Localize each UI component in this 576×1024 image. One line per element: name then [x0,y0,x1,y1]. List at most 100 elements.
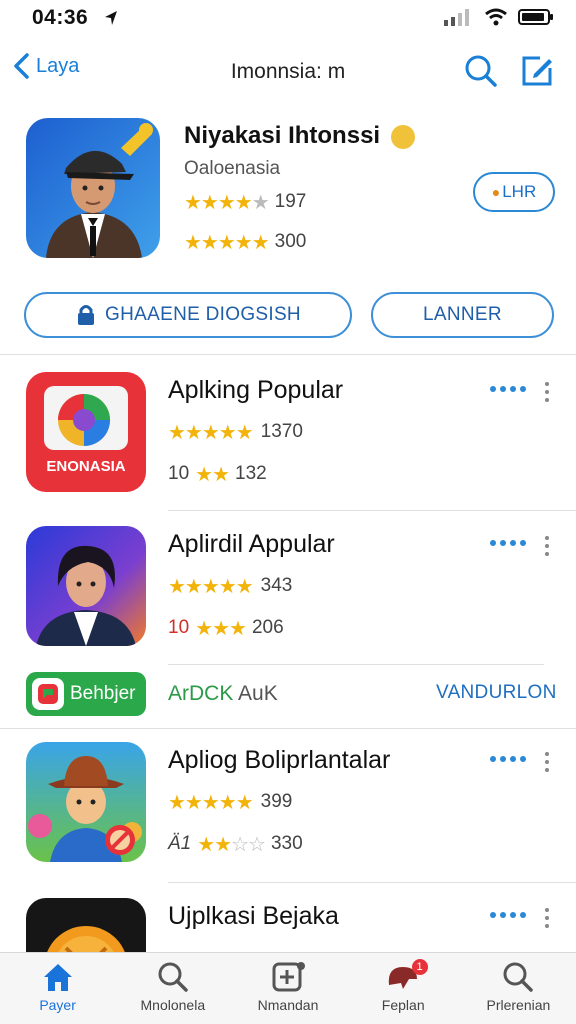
star-rating: ★★ [195,462,230,486]
kebab-menu-icon[interactable] [545,382,549,402]
featured-app: Niyakasi Ihtonssi Oaloenasia ★★★★★ 197 ★… [0,110,576,270]
promo-link[interactable]: VANDURLON [436,682,557,704]
app-icon: ENONASIA [26,372,146,492]
divider [0,354,576,355]
tab-payer[interactable]: Payer [0,953,115,1024]
featured-app-icon[interactable] [26,118,160,258]
tab-bar: Payer Mnolonela Nmandan 1 Feplan Prleren… [0,952,576,1024]
promo-text-grey: AuK [238,682,278,705]
app-rating: ★★★★★ 1370 [168,420,303,444]
app-rating: ★★★★★ 399 [168,790,292,814]
promo-badge-label: Behbjer [70,683,136,704]
status-icons [444,8,554,26]
kebab-menu-icon[interactable] [545,536,549,556]
app-icon [26,898,146,952]
search-icon [503,962,534,992]
list-item[interactable]: ENONASIA Aplking Popular ★★★★★ 1370 10 ★… [0,372,576,512]
divider [0,728,576,729]
featured-button-label: LHR [502,182,537,201]
search-icon[interactable] [464,54,498,88]
search-icon [158,962,188,992]
location-arrow-icon [105,11,117,25]
featured-rating-row-2: ★★★★★ 300 [184,230,306,254]
rating-count: 300 [274,231,307,252]
action-button-left[interactable]: GHAAENE DIOGSISH [24,292,352,338]
tab-mnolonela[interactable]: Mnolonela [115,953,230,1024]
tab-label: Mnolonela [140,997,206,1013]
star-rating: ★★★ [195,616,247,640]
app-name: Ujplkasi Bejaka [168,902,339,930]
nav-bar: Laya Imonnsia: m [0,44,576,100]
more-dots-icon[interactable] [490,386,526,392]
battery-icon [518,9,553,25]
action-right-label: LANNER [423,304,502,325]
star-rating: ★★★★★ [184,230,270,254]
rating-count: 206 [251,617,284,638]
promo-text-green: ArDCK [168,682,234,705]
wifi-icon [485,8,507,26]
rating-prefix: Ä1 [168,833,192,854]
promo-text: ArDCK AuK [168,682,278,706]
app-rating-secondary: 10 ★★★ 206 [168,616,284,640]
app-icon-text: ENONASIA [46,458,126,475]
divider [168,510,576,511]
more-dots-icon[interactable] [490,756,526,762]
tab-label: Feplan [381,997,425,1013]
featured-app-subtitle: Oaloenasia [184,158,281,179]
rating-count: 197 [274,191,307,212]
add-square-icon [272,962,305,992]
notification-badge: 1 [411,959,428,975]
rating-count: 343 [260,575,293,596]
star-rating: ★★★★★ [168,574,254,598]
status-bar: 04:36 [0,0,576,40]
app-name: Aplіog Boliprlantalar [168,746,391,774]
more-dots-icon[interactable] [490,912,526,918]
list-item[interactable]: Ujplkasi Bejaka [0,898,576,952]
star-rating: ★★☆☆ [197,832,266,856]
rating-count: 399 [260,791,293,812]
kebab-menu-icon[interactable] [545,908,549,928]
tab-prlerenian[interactable]: Prlerenian [461,953,576,1024]
star-rating: ★★★★★ [168,420,254,444]
bullet-icon: ● [491,184,501,200]
promo-badge[interactable]: Behbjer [26,672,146,716]
signal-icon [444,9,469,26]
emoji-icon [390,124,415,149]
featured-title-text: Niyakasi Ihtonssi [184,122,381,149]
divider [168,664,544,665]
kebab-menu-icon[interactable] [545,752,549,772]
app-rating-secondary: 10 ★★ 132 [168,462,267,486]
rating-count: 132 [235,463,267,484]
rating-count: 330 [270,833,303,854]
app-icon [26,526,146,646]
app-icon [26,742,146,862]
featured-app-title: Niyakasi Ihtonssi [184,122,415,150]
promo-banner: Behbjer ArDCK AuK VANDURLON [0,668,576,720]
tab-feplan[interactable]: 1 Feplan [346,953,461,1024]
app-rating: ★★★★★ 343 [168,574,292,598]
rating-prefix: 10 [168,463,190,484]
star-rating: ★★★★★ [168,790,254,814]
home-icon [43,964,72,991]
featured-get-button[interactable]: ● LHR [473,172,555,212]
app-name: Aplirdil Appular [168,530,335,558]
compose-icon[interactable] [520,54,554,88]
rating-prefix: 10 [168,617,190,638]
status-time: 04:36 [32,6,89,29]
list-item[interactable]: Aplirdil Appular ★★★★★ 343 10 ★★★ 206 [0,526,576,666]
rating-count: 1370 [260,421,303,442]
app-rating-secondary: Ä1 ★★☆☆ 330 [168,832,303,856]
app-name: Aplking Popular [168,376,344,404]
tab-label: Prlerenian [486,997,551,1013]
promo-logo-icon [32,678,64,710]
action-button-right[interactable]: LANNER [371,292,554,338]
lock-icon [78,305,95,325]
list-item[interactable]: Aplіog Boliprlantalar ★★★★★ 399 Ä1 ★★☆☆ … [0,742,576,882]
tab-label: Nmandan [257,997,319,1013]
featured-rating-row-1: ★★★★★ 197 [184,190,306,214]
action-left-label: GHAAENE DIOGSISH [105,304,301,325]
tab-label: Payer [39,997,76,1013]
divider [168,882,576,883]
more-dots-icon[interactable] [490,540,526,546]
tab-nmandan[interactable]: Nmandan [230,953,345,1024]
